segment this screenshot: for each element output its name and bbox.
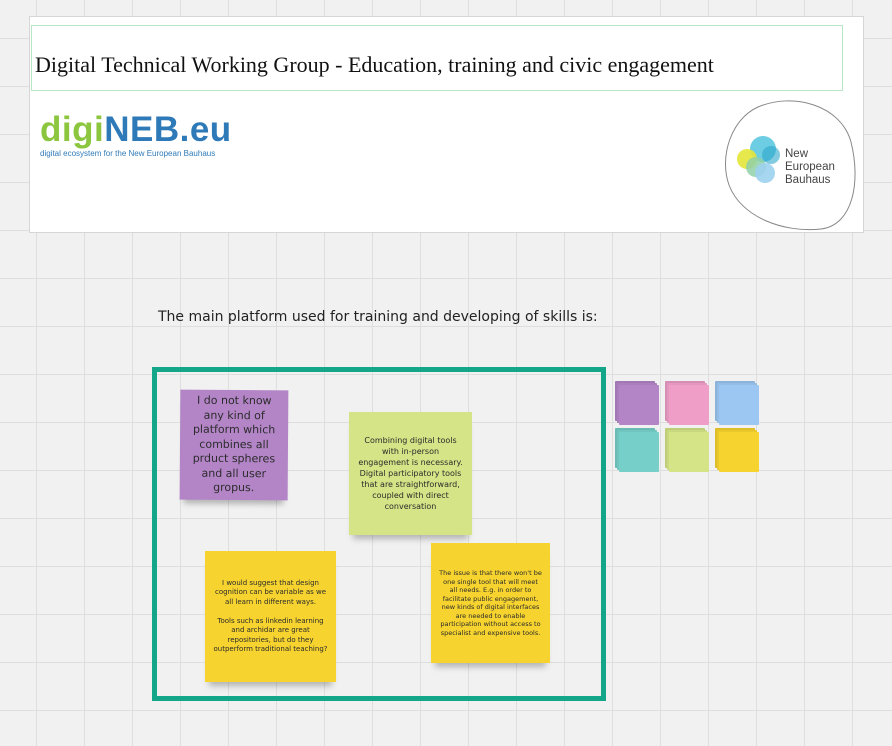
neb-wordmark: New European Bauhaus xyxy=(785,148,835,187)
title-box[interactable]: Digital Technical Working Group - Educat… xyxy=(31,25,843,91)
new-european-bauhaus-logo: New European Bauhaus xyxy=(723,97,857,231)
diginet-wordmark-part1: digi xyxy=(40,110,105,149)
diginet-wordmark: digiNEB.eu xyxy=(40,111,232,149)
sticky-stack-lime[interactable] xyxy=(669,432,709,472)
sticky-stack-teal[interactable] xyxy=(619,432,659,472)
sticky-stack-blue[interactable] xyxy=(719,385,759,425)
diginet-wordmark-part2: NEB.eu xyxy=(104,110,232,149)
diginet-logo: digiNEB.eu digital ecosystem for the New… xyxy=(40,111,232,159)
sticky-note[interactable]: Combining digital tools with in-person e… xyxy=(349,412,472,535)
sticky-note[interactable]: I do not know any kind of platform which… xyxy=(179,389,289,501)
neb-line-1: New xyxy=(785,148,809,160)
sticky-note[interactable]: The issue is that there won't be one sin… xyxy=(431,543,550,663)
question-text[interactable]: The main platform used for training and … xyxy=(158,309,598,325)
diginet-tagline: digital ecosystem for the New European B… xyxy=(40,149,216,158)
sticky-note-text: The issue is that there won't be one sin… xyxy=(439,569,542,637)
header-card: Digital Technical Working Group - Educat… xyxy=(29,16,864,233)
sticky-note-text: Combining digital tools with in-person e… xyxy=(358,436,463,511)
sticky-stack-yellow[interactable] xyxy=(719,432,759,472)
sticky-note-text: I would suggest that design cognition ca… xyxy=(213,578,328,654)
sticky-stack-purple[interactable] xyxy=(619,385,659,425)
neb-line-2: European xyxy=(785,161,835,173)
board-title: Digital Technical Working Group - Educat… xyxy=(35,52,714,77)
sticky-note-text: I do not know any kind of platform which… xyxy=(192,393,276,495)
sticky-note[interactable]: I would suggest that design cognition ca… xyxy=(205,551,336,682)
sticky-stack-pink[interactable] xyxy=(669,385,709,425)
neb-line-3: Bauhaus xyxy=(785,174,831,186)
